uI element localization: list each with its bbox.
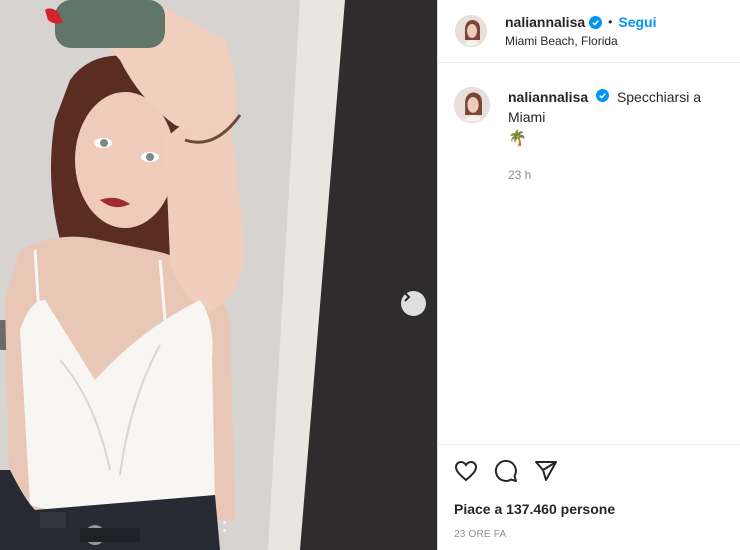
post-header: naliannalisa • Segui Miami Beach, Florid… xyxy=(438,0,740,63)
avatar-image xyxy=(455,88,489,122)
caption-username[interactable]: naliannalisa xyxy=(508,89,588,105)
verified-badge-icon xyxy=(596,89,610,102)
likes-count[interactable]: Piace a 137.460 persone xyxy=(454,501,725,517)
palm-tree-emoji: 🌴 xyxy=(508,130,527,147)
comment-button[interactable] xyxy=(494,459,518,483)
carousel-indicator xyxy=(223,521,226,532)
share-button[interactable] xyxy=(534,459,558,483)
carousel-dot xyxy=(223,521,226,524)
carousel-dot xyxy=(223,529,226,532)
avatar-image xyxy=(456,16,486,46)
username-link[interactable]: naliannalisa xyxy=(505,14,585,30)
action-icons xyxy=(454,459,725,483)
post-timestamp[interactable]: 23 ORE FA xyxy=(454,529,725,540)
avatar[interactable] xyxy=(455,15,487,47)
header-row: naliannalisa • Segui xyxy=(505,14,656,30)
header-info: naliannalisa • Segui Miami Beach, Florid… xyxy=(505,14,656,48)
next-photo-button[interactable] xyxy=(401,291,426,316)
chevron-right-icon xyxy=(404,292,411,302)
share-icon xyxy=(535,461,557,481)
post-sidebar: naliannalisa • Segui Miami Beach, Florid… xyxy=(437,0,740,550)
caption-comment: naliannalisa Specchiarsi a Miami 🌴 23 h xyxy=(438,63,740,185)
avatar[interactable] xyxy=(454,87,490,123)
post-actions: Piace a 137.460 persone 23 ORE FA xyxy=(438,444,740,540)
post-photo[interactable] xyxy=(0,0,437,550)
photo-illustration xyxy=(0,0,437,550)
comment-icon xyxy=(494,459,517,482)
location-link[interactable]: Miami Beach, Florida xyxy=(505,34,656,48)
caption-text-block: naliannalisa Specchiarsi a Miami 🌴 23 h xyxy=(508,87,738,185)
follow-button[interactable]: Segui xyxy=(618,14,656,30)
like-button[interactable] xyxy=(454,459,478,483)
heart-icon xyxy=(454,460,478,482)
verified-badge-icon xyxy=(589,15,603,29)
separator: • xyxy=(608,15,613,29)
instagram-post-modal: naliannalisa • Segui Miami Beach, Florid… xyxy=(0,0,740,550)
comment-timestamp[interactable]: 23 h xyxy=(508,165,738,185)
